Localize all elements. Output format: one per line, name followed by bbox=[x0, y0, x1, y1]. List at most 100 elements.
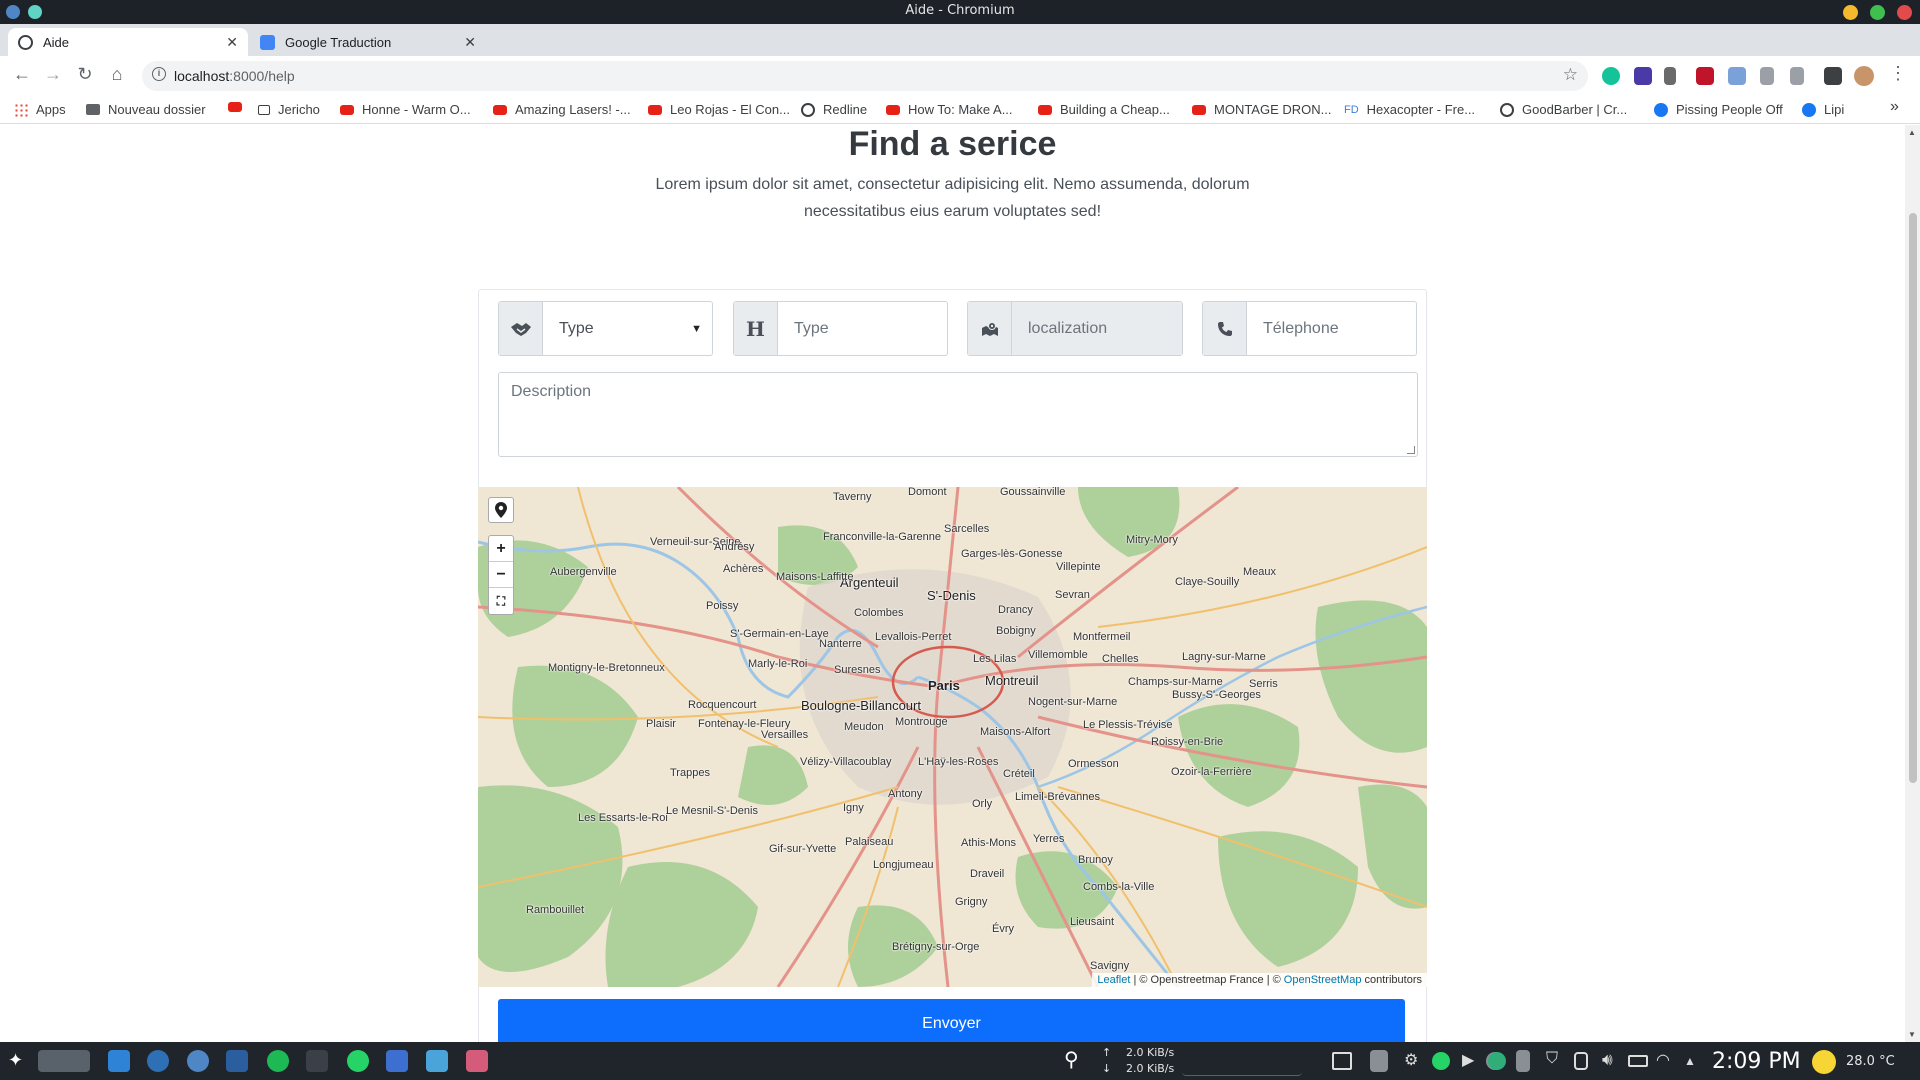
terminal-icon[interactable] bbox=[306, 1050, 328, 1072]
volume-icon[interactable]: 🔊︎ bbox=[1602, 1050, 1624, 1072]
tray-expand-icon[interactable]: ▲ bbox=[1684, 1054, 1706, 1076]
tab-aide[interactable]: Aide ✕ bbox=[8, 28, 248, 56]
apps-grid-icon bbox=[14, 102, 28, 117]
screenshot-app-icon[interactable] bbox=[466, 1050, 488, 1072]
taskbar-clock[interactable]: 2:09 PM bbox=[1712, 1049, 1801, 1074]
map-label: Bussy-S'-Georges bbox=[1172, 689, 1261, 701]
bookmark-honne[interactable]: Honne - Warm O... bbox=[340, 102, 471, 117]
search-icon[interactable]: ⚲ bbox=[1064, 1047, 1086, 1071]
extensions-puzzle-icon[interactable] bbox=[1824, 67, 1842, 85]
file-manager-icon[interactable] bbox=[108, 1050, 130, 1072]
spotify-icon[interactable] bbox=[267, 1050, 289, 1072]
fullscreen-button[interactable]: ⛶ bbox=[489, 588, 513, 614]
scroll-down-icon[interactable]: ▼ bbox=[1908, 1030, 1916, 1039]
bookmark-star-icon[interactable]: ☆ bbox=[1563, 65, 1578, 85]
scroll-up-icon[interactable]: ▲ bbox=[1908, 128, 1916, 137]
bookmark-redline[interactable]: Redline bbox=[801, 102, 867, 117]
bookmark-leo-rojas[interactable]: Leo Rojas - El Con... bbox=[648, 102, 790, 117]
description-textarea[interactable]: Description bbox=[498, 372, 1418, 457]
chromium-icon[interactable] bbox=[187, 1050, 209, 1072]
cloud-app-icon[interactable] bbox=[426, 1050, 448, 1072]
bookmark-lipi[interactable]: Lipi bbox=[1802, 102, 1844, 117]
zoom-in-button[interactable]: + bbox=[489, 536, 513, 562]
shield-icon[interactable]: ⛉ bbox=[1546, 1050, 1568, 1072]
map-view[interactable]: Paris Boulogne-Billancourt Argenteuil S'… bbox=[478, 487, 1427, 987]
locate-marker-button[interactable] bbox=[488, 497, 514, 523]
vscode-icon[interactable] bbox=[226, 1050, 248, 1072]
page-scrollbar[interactable]: ▲ ▼ bbox=[1905, 125, 1920, 1042]
zoom-out-button[interactable]: − bbox=[489, 562, 513, 588]
localization-input[interactable]: localization bbox=[1012, 302, 1182, 355]
bookmark-apps[interactable]: Apps bbox=[14, 102, 66, 117]
display-icon[interactable] bbox=[1332, 1052, 1352, 1070]
map-label: Domont bbox=[908, 487, 947, 498]
tab-google-traduction[interactable]: Google Traduction ✕ bbox=[250, 28, 486, 56]
bookmark-pissing-people-off[interactable]: Pissing People Off bbox=[1654, 102, 1783, 117]
bookmark-amazing-lasers[interactable]: Amazing Lasers! -... bbox=[493, 102, 631, 117]
leaflet-link[interactable]: Leaflet bbox=[1097, 974, 1130, 986]
bookmark-how-to[interactable]: How To: Make A... bbox=[886, 102, 1013, 117]
bookmark-goodbarber[interactable]: GoodBarber | Cr... bbox=[1500, 102, 1627, 117]
whatsapp-tray-icon[interactable] bbox=[1432, 1052, 1450, 1070]
app-launcher-icon[interactable]: ✦ bbox=[8, 1050, 30, 1072]
minimize-button[interactable] bbox=[1843, 5, 1858, 20]
network-app-icon[interactable] bbox=[386, 1050, 408, 1072]
map-label: Trappes bbox=[670, 767, 710, 779]
back-button[interactable]: ← bbox=[10, 64, 34, 85]
address-bar[interactable]: i localhost:8000/help ☆ bbox=[142, 61, 1588, 91]
maximize-button[interactable] bbox=[1870, 5, 1885, 20]
bookmark-montage[interactable]: MONTAGE DRON... bbox=[1192, 102, 1331, 117]
weather-temperature[interactable]: 28.0 °C bbox=[1846, 1054, 1895, 1069]
eyedropper-extension-icon[interactable] bbox=[1664, 67, 1676, 85]
home-button[interactable]: ⌂ bbox=[105, 64, 129, 85]
vue-extension-icon[interactable] bbox=[1760, 67, 1774, 85]
bookmark-nouveau-dossier[interactable]: Nouveau dossier bbox=[86, 102, 206, 117]
weather-sun-icon[interactable] bbox=[1812, 1050, 1836, 1074]
ublock-extension-icon[interactable] bbox=[1696, 67, 1714, 85]
bug-icon[interactable]: ⚙ bbox=[1404, 1050, 1426, 1072]
translate-extension-icon[interactable] bbox=[1728, 67, 1746, 85]
google-translate-icon bbox=[260, 34, 275, 50]
media-play-icon[interactable]: ▶ bbox=[1462, 1050, 1484, 1072]
map-label: Meudon bbox=[844, 721, 884, 733]
url-path: :8000/help bbox=[229, 68, 295, 84]
map-label: Les Essarts-le-Roi bbox=[578, 812, 668, 824]
close-icon[interactable]: ✕ bbox=[464, 34, 476, 51]
sync-tray-icon[interactable] bbox=[1488, 1052, 1506, 1070]
close-icon[interactable]: ✕ bbox=[226, 34, 238, 51]
profile-avatar[interactable] bbox=[1854, 66, 1874, 86]
reload-button[interactable]: ↻ bbox=[73, 64, 97, 85]
workspace-pager[interactable] bbox=[38, 1050, 90, 1072]
bookmark-building[interactable]: Building a Cheap... bbox=[1038, 102, 1170, 117]
type-select[interactable]: Type ▼ bbox=[543, 302, 712, 355]
openstreetmap-link[interactable]: OpenStreetMap bbox=[1284, 974, 1362, 986]
close-window-button[interactable] bbox=[1897, 5, 1912, 20]
clipboard-icon[interactable] bbox=[1370, 1050, 1388, 1072]
type-input[interactable]: Type bbox=[778, 302, 947, 355]
tray-window-icon[interactable] bbox=[1516, 1050, 1530, 1072]
map-label: Chelles bbox=[1102, 653, 1139, 665]
battery-icon[interactable] bbox=[1628, 1055, 1648, 1067]
wifi-icon[interactable]: ◠ bbox=[1656, 1050, 1678, 1072]
info-icon[interactable]: i bbox=[152, 67, 166, 81]
extension-icon[interactable] bbox=[1634, 67, 1652, 85]
map-label: Orly bbox=[972, 798, 993, 810]
firefox-icon[interactable] bbox=[147, 1050, 169, 1072]
browser-menu-icon[interactable]: ⋮ bbox=[1886, 63, 1910, 84]
bookmark-hexacopter[interactable]: FD Hexacopter - Fre... bbox=[1344, 102, 1475, 117]
scrollbar-thumb[interactable] bbox=[1909, 213, 1917, 783]
clipboard-extension-icon[interactable] bbox=[1790, 67, 1804, 85]
phone-input[interactable]: Télephone bbox=[1247, 302, 1416, 355]
whatsapp-icon[interactable] bbox=[347, 1050, 369, 1072]
bookmark-jericho[interactable]: Jericho bbox=[258, 102, 320, 117]
notes-icon[interactable] bbox=[1574, 1052, 1588, 1070]
attribution-text: contributors bbox=[1364, 974, 1422, 986]
map-label: Aubergenville bbox=[550, 566, 617, 578]
map-label: Palaiseau bbox=[845, 836, 894, 848]
bookmark-yt-1[interactable] bbox=[228, 102, 250, 112]
bookmarks-overflow-button[interactable]: » bbox=[1890, 98, 1899, 116]
forward-button[interactable]: → bbox=[41, 64, 65, 85]
resize-handle-icon[interactable] bbox=[1407, 446, 1415, 454]
grammarly-extension-icon[interactable] bbox=[1602, 67, 1620, 85]
submit-button[interactable]: Envoyer bbox=[498, 999, 1405, 1042]
